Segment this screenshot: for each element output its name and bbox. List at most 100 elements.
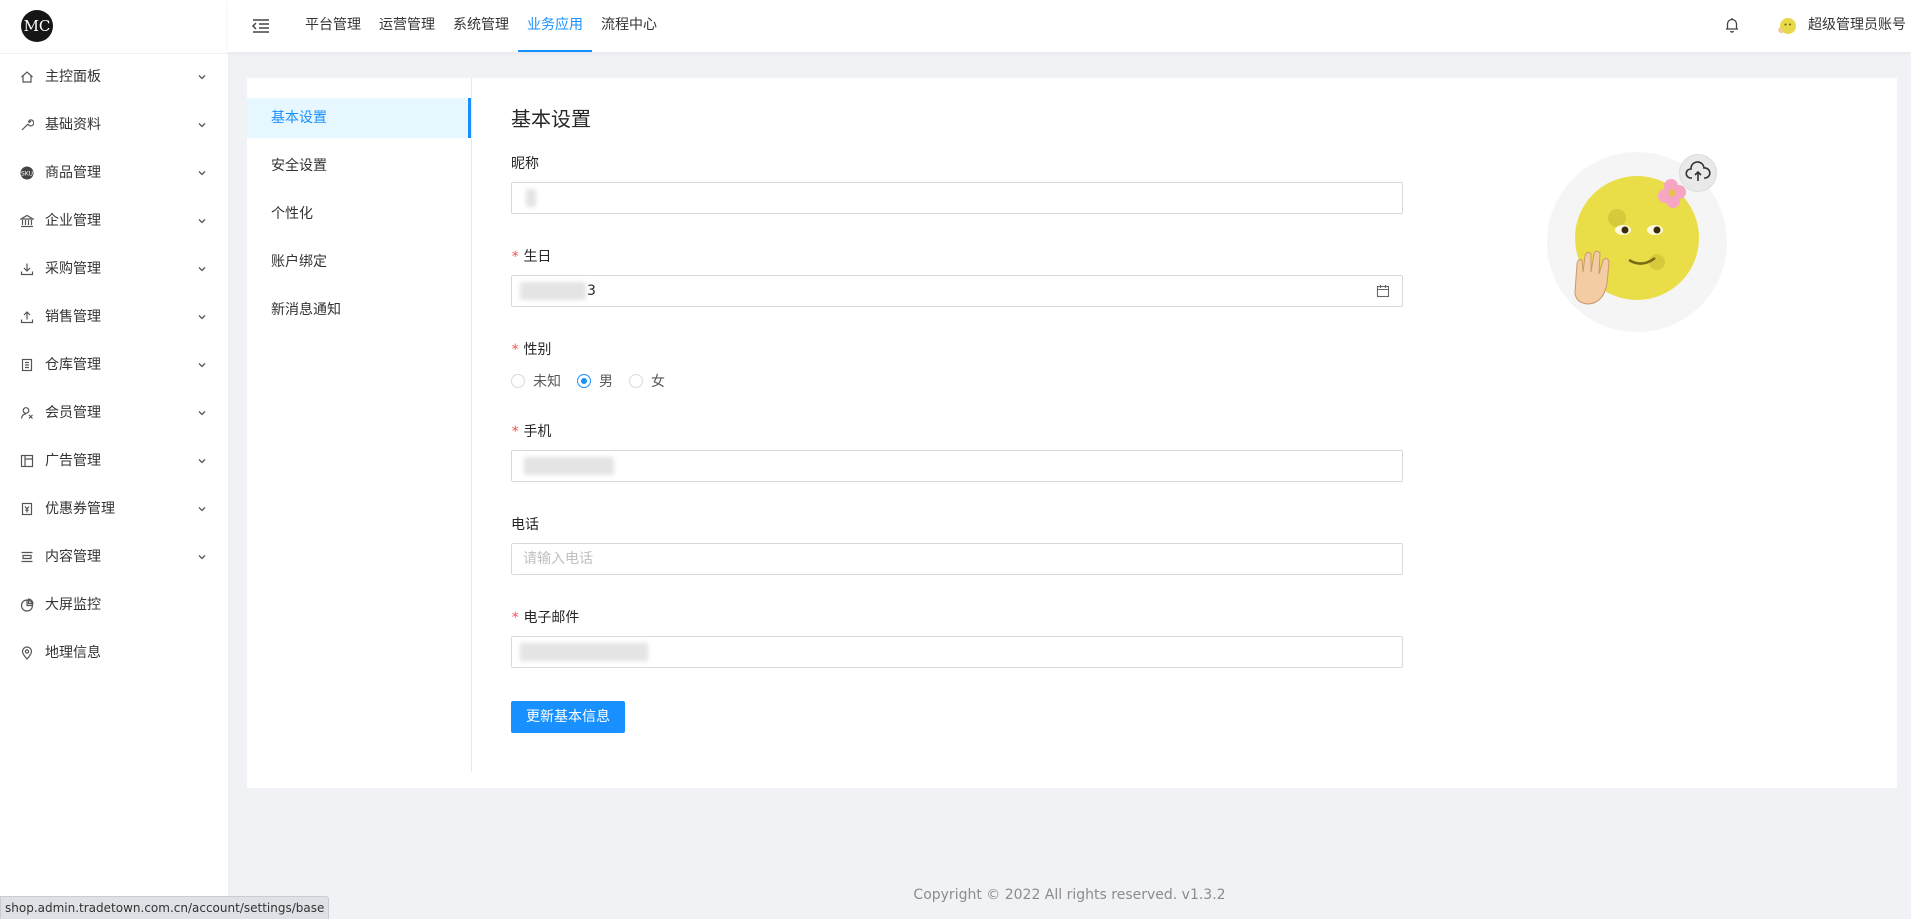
- sidebar-item-ads[interactable]: 广告管理: [0, 437, 228, 485]
- sidebar: MC 主控面板 基础资料 SKU 商品管理 企业管理 采购管理 销售管理 仓库管…: [0, 0, 229, 918]
- gender-radio-male[interactable]: 男: [577, 371, 613, 391]
- upload-avatar-button[interactable]: [1679, 154, 1717, 192]
- nickname-label: 昵称: [511, 156, 539, 172]
- tab-business-apps[interactable]: 业务应用: [518, 0, 592, 52]
- sidebar-item-warehouse[interactable]: 仓库管理: [0, 341, 228, 389]
- settings-menu-personalize[interactable]: 个性化: [247, 194, 471, 234]
- sidebar-item-label: 基础资料: [45, 117, 101, 133]
- chevron-down-icon: [198, 219, 206, 224]
- sidebar-item-sales[interactable]: 销售管理: [0, 293, 228, 341]
- chevron-down-icon: [198, 555, 206, 560]
- settings-card: 基本设置 安全设置 个性化 账户绑定 新消息通知 基本设置 昵称 *生日 *性别…: [247, 78, 1897, 788]
- layout-icon: [20, 454, 34, 468]
- chevron-down-icon: [198, 411, 206, 416]
- birthday-input[interactable]: [512, 276, 1402, 306]
- footer-copyright: Copyright © 2022 All rights reserved. v1…: [913, 887, 1226, 903]
- nickname-input[interactable]: [512, 183, 1402, 213]
- calendar-icon[interactable]: [1376, 284, 1390, 298]
- radio-circle[interactable]: [577, 374, 591, 388]
- wrench-icon: [21, 119, 34, 131]
- chevron-down-icon: [198, 507, 206, 512]
- email-field[interactable]: [511, 636, 1403, 668]
- birthday-label: * 生日: [511, 249, 552, 265]
- nickname-field[interactable]: [511, 182, 1403, 214]
- required-mark: *: [511, 249, 520, 265]
- sidebar-item-label: 大屏监控: [45, 597, 101, 613]
- goods-icon: SKU: [20, 166, 34, 180]
- user-icon: [20, 407, 33, 419]
- coupon-icon: [21, 502, 33, 516]
- chevron-down-icon: [198, 363, 206, 368]
- mobile-input[interactable]: [512, 451, 1402, 481]
- redacted-value: [526, 189, 536, 207]
- phone-input[interactable]: [512, 544, 1402, 574]
- sidebar-item-label: 企业管理: [45, 213, 101, 229]
- sidebar-item-coupons[interactable]: 优惠券管理: [0, 485, 228, 533]
- sidebar-item-label: 内容管理: [45, 549, 101, 565]
- chevron-down-icon: [198, 459, 206, 464]
- bank-icon: [20, 214, 34, 228]
- sidebar-item-label: 会员管理: [45, 405, 101, 421]
- redacted-value: [520, 643, 648, 661]
- download-icon: [20, 263, 34, 276]
- sidebar-item-label: 广告管理: [45, 453, 101, 469]
- radio-circle[interactable]: [511, 374, 525, 388]
- tab-system[interactable]: 系统管理: [444, 0, 518, 52]
- settings-menu-basic[interactable]: 基本设置: [247, 98, 471, 138]
- user-avatar[interactable]: [1776, 15, 1798, 37]
- sidebar-item-label: 主控面板: [45, 69, 101, 85]
- upload-icon: [20, 311, 34, 324]
- mobile-label: * 手机: [511, 424, 552, 440]
- phone-label: 电话: [511, 517, 539, 533]
- sidebar-item-label: 销售管理: [45, 309, 101, 325]
- required-mark: *: [511, 424, 520, 440]
- sidebar-item-members[interactable]: 会员管理: [0, 389, 228, 437]
- sidebar-item-content[interactable]: 内容管理: [0, 533, 228, 581]
- birthday-field[interactable]: [511, 275, 1403, 307]
- tab-workflow[interactable]: 流程中心: [592, 0, 666, 52]
- username[interactable]: 超级管理员账号: [1808, 0, 1906, 50]
- tab-platform[interactable]: 平台管理: [296, 0, 370, 52]
- sidebar-item-label: 商品管理: [45, 165, 101, 181]
- gender-label: * 性别: [511, 342, 552, 358]
- radio-circle[interactable]: [629, 374, 643, 388]
- sidebar-item-purchase[interactable]: 采购管理: [0, 245, 228, 293]
- location-icon: [21, 646, 33, 660]
- sidebar-item-screen-monitor[interactable]: 大屏监控: [0, 581, 228, 629]
- page-title: 基本设置: [511, 107, 591, 131]
- update-basic-info-button[interactable]: 更新基本信息: [511, 701, 625, 733]
- settings-menu: 基本设置 安全设置 个性化 账户绑定 新消息通知: [247, 78, 472, 772]
- brand-logo[interactable]: MC: [21, 10, 53, 42]
- settings-menu-notifications[interactable]: 新消息通知: [247, 290, 471, 330]
- sidebar-item-goods[interactable]: SKU 商品管理: [0, 149, 228, 197]
- sidebar-menu: 主控面板 基础资料 SKU 商品管理 企业管理 采购管理 销售管理 仓库管理 会…: [0, 53, 228, 677]
- container-icon: [21, 358, 33, 372]
- chevron-down-icon: [198, 267, 206, 272]
- email-label: * 电子邮件: [511, 610, 580, 626]
- status-bar-url: shop.admin.tradetown.com.cn/account/sett…: [0, 896, 330, 919]
- pie-chart-icon: [20, 598, 34, 612]
- home-icon: [21, 71, 33, 83]
- redacted-value: [524, 457, 614, 475]
- bell-icon[interactable]: [1723, 16, 1741, 34]
- mobile-field[interactable]: [511, 450, 1403, 482]
- gender-radio-female[interactable]: 女: [629, 371, 665, 391]
- chevron-down-icon: [198, 171, 206, 176]
- required-mark: *: [511, 342, 520, 358]
- sidebar-item-geo-info[interactable]: 地理信息: [0, 629, 228, 677]
- gender-radio-unknown[interactable]: 未知: [511, 371, 561, 391]
- sidebar-item-basic-data[interactable]: 基础资料: [0, 101, 228, 149]
- settings-menu-security[interactable]: 安全设置: [247, 146, 471, 186]
- sidebar-item-label: 仓库管理: [45, 357, 101, 373]
- sidebar-item-dashboard[interactable]: 主控面板: [0, 53, 228, 101]
- phone-field[interactable]: [511, 543, 1403, 575]
- cloud-upload-icon: [1685, 161, 1711, 181]
- required-mark: *: [511, 610, 520, 626]
- settings-menu-account-binding[interactable]: 账户绑定: [247, 242, 471, 282]
- top-header: 平台管理 运营管理 系统管理 业务应用 流程中心 超级管理员账号: [228, 0, 1911, 52]
- content-icon: [21, 551, 33, 563]
- sidebar-item-enterprise[interactable]: 企业管理: [0, 197, 228, 245]
- sidebar-item-label: 地理信息: [45, 645, 101, 661]
- menu-fold-icon[interactable]: [251, 16, 271, 36]
- tab-operations[interactable]: 运营管理: [370, 0, 444, 52]
